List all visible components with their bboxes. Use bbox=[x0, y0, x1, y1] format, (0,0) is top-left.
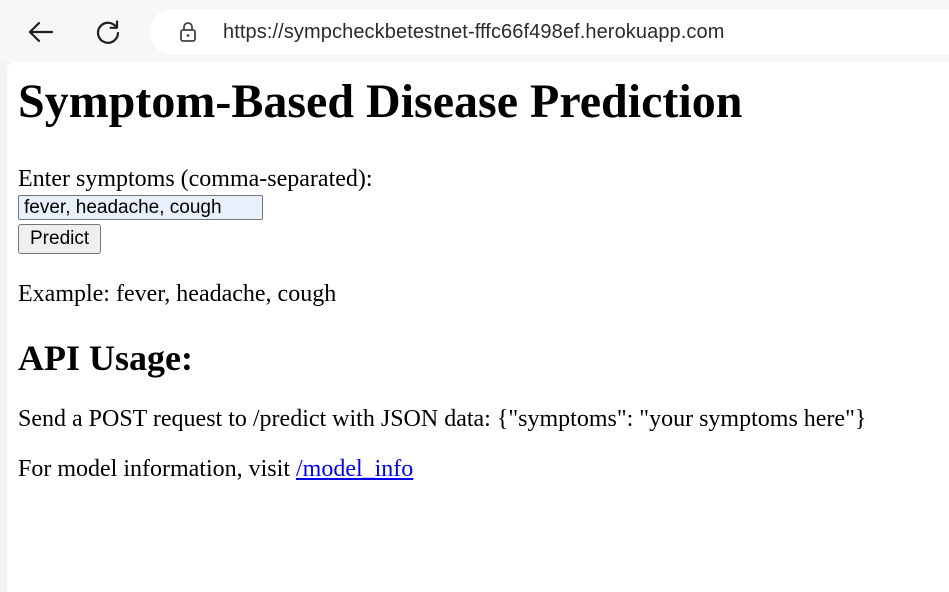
url-text[interactable]: https://sympcheckbetestnet-fffc66f498ef.… bbox=[223, 21, 725, 44]
reload-button[interactable] bbox=[88, 12, 128, 52]
page-title: Symptom-Based Disease Prediction bbox=[18, 75, 743, 128]
model-info-link[interactable]: /model_info bbox=[296, 456, 413, 482]
back-button[interactable] bbox=[21, 12, 61, 52]
page-content: Symptom-Based Disease Prediction Enter s… bbox=[18, 62, 866, 484]
browser-toolbar: https://sympcheckbetestnet-fffc66f498ef.… bbox=[0, 0, 949, 62]
api-usage-heading: API Usage: bbox=[18, 338, 193, 378]
symptoms-input[interactable] bbox=[18, 195, 263, 220]
lock-icon[interactable] bbox=[177, 21, 199, 43]
symptoms-label: Enter symptoms (comma-separated): bbox=[18, 166, 373, 192]
arrow-left-icon bbox=[28, 21, 54, 43]
page-viewport: Symptom-Based Disease Prediction Enter s… bbox=[7, 62, 949, 592]
address-bar[interactable]: https://sympcheckbetestnet-fffc66f498ef.… bbox=[150, 9, 949, 55]
prediction-form: Enter symptoms (comma-separated): Predic… bbox=[18, 167, 866, 254]
model-info-text: For model information, visit bbox=[18, 456, 296, 482]
example-text: Example: fever, headache, cough bbox=[18, 281, 337, 307]
reload-icon bbox=[96, 20, 120, 44]
predict-button[interactable]: Predict bbox=[18, 224, 102, 254]
model-info-paragraph: For model information, visit /model_info bbox=[18, 454, 866, 484]
api-usage-text: Send a POST request to /predict with JSO… bbox=[18, 406, 867, 432]
